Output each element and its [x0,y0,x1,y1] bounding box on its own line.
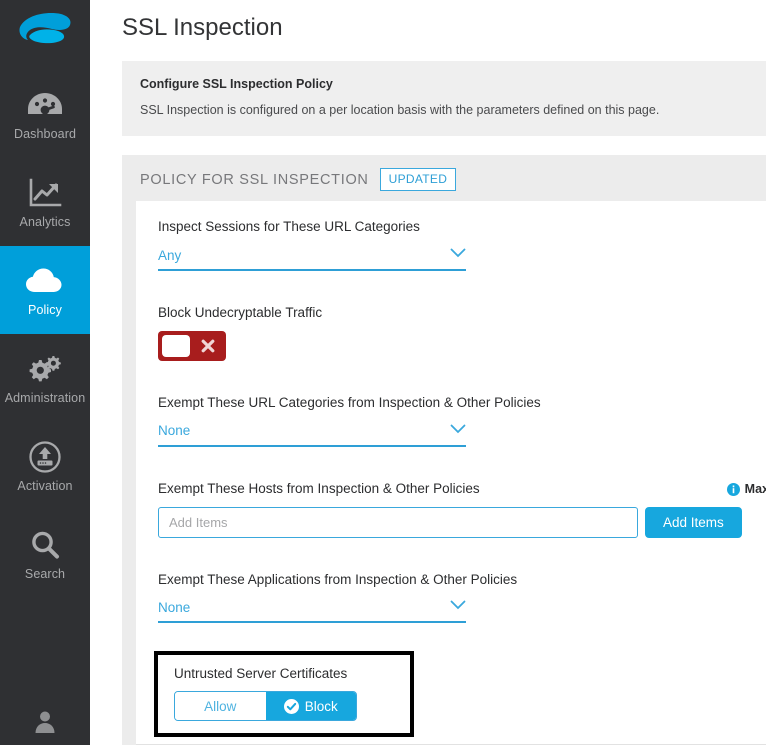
segment-block[interactable]: Block [266,692,357,720]
policy-cloud-icon [25,263,65,299]
spacer [158,451,766,481]
info-banner-title: Configure SSL Inspection Policy [140,77,746,91]
hosts-limit-info: Max: 25k Used: 1 [727,482,766,496]
field-exempt-applications: Exempt These Applications from Inspectio… [158,572,766,624]
policy-section: POLICY FOR SSL INSPECTION UPDATED Inspec… [122,155,766,745]
spacer [158,275,766,305]
inspect-sessions-select[interactable]: Any [158,245,466,271]
sidebar-item-activation[interactable]: Activation [0,422,90,510]
page-title: SSL Inspection [90,0,766,43]
toggle-knob [162,335,190,357]
check-circle-icon [284,699,299,714]
exempt-hosts-input[interactable] [158,507,638,538]
sidebar-item-analytics[interactable]: Analytics [0,158,90,246]
segment-label: Allow [204,700,236,714]
user-avatar-icon[interactable] [0,709,90,735]
search-magnifier-icon [29,527,61,563]
policy-section-title: POLICY FOR SSL INSPECTION [140,172,369,188]
info-circle-icon[interactable] [727,483,740,496]
dashboard-gauge-icon [26,87,64,123]
segment-allow[interactable]: Allow [175,692,266,720]
block-undecryptable-toggle[interactable] [158,331,226,361]
field-label: Inspect Sessions for These URL Categorie… [158,219,766,236]
field-label: Block Undecryptable Traffic [158,305,766,322]
sidebar-item-policy[interactable]: Policy [0,246,90,334]
policy-section-header: POLICY FOR SSL INSPECTION UPDATED [122,168,766,201]
sidebar-item-label: Dashboard [14,128,76,141]
spacer [158,627,766,651]
field-exempt-hosts: Exempt These Hosts from Inspection & Oth… [158,481,766,538]
field-exempt-url-categories: Exempt These URL Categories from Inspect… [158,395,766,447]
exempt-hosts-header: Exempt These Hosts from Inspection & Oth… [158,481,766,498]
status-badge-updated: UPDATED [380,168,457,191]
sidebar-item-label: Search [25,568,65,581]
info-banner: Configure SSL Inspection Policy SSL Insp… [122,61,766,136]
exempt-applications-select[interactable]: None [158,597,466,623]
select-value: None [158,600,190,616]
chevron-down-icon [450,597,466,615]
field-block-undecryptable: Block Undecryptable Traffic [158,305,766,361]
policy-card: Inspect Sessions for These URL Categorie… [136,201,766,745]
sidebar-item-search[interactable]: Search [0,510,90,598]
exempt-url-categories-select[interactable]: None [158,421,466,447]
untrusted-certificates-highlight-box: Untrusted Server Certificates Allow [154,651,414,737]
sidebar-item-label: Activation [17,480,72,493]
field-label: Exempt These Hosts from Inspection & Oth… [158,481,480,498]
sidebar-item-label: Administration [5,392,86,405]
app-window: Dashboard Analytics Policy [0,0,766,745]
analytics-chart-icon [28,175,62,211]
info-banner-text: SSL Inspection is configured on a per lo… [140,102,746,118]
sidebar-item-label: Analytics [20,216,71,229]
activation-upload-icon [28,439,62,475]
main-content: SSL Inspection Configure SSL Inspection … [90,0,766,745]
sidebar-item-label: Policy [28,304,62,317]
add-items-button[interactable]: Add Items [645,507,742,538]
spacer [158,542,766,572]
administration-gears-icon [26,351,64,387]
exempt-hosts-input-row: Add Items [158,507,766,538]
field-label: Exempt These Applications from Inspectio… [158,572,766,589]
zscaler-logo-icon[interactable] [0,0,90,58]
chevron-down-icon [450,421,466,439]
select-value: None [158,423,190,439]
untrusted-certificates-segmented-control[interactable]: Allow Block [174,691,357,721]
field-inspect-sessions: Inspect Sessions for These URL Categorie… [158,219,766,271]
hosts-max-label: Max: [745,482,766,496]
sidebar-item-dashboard[interactable]: Dashboard [0,70,90,158]
spacer [158,365,766,395]
field-label: Exempt These URL Categories from Inspect… [158,395,766,412]
sidebar: Dashboard Analytics Policy [0,0,90,745]
sidebar-item-administration[interactable]: Administration [0,334,90,422]
select-value: Any [158,248,181,264]
cross-icon [192,331,224,361]
field-label: Untrusted Server Certificates [174,666,410,683]
segment-label: Block [305,700,338,714]
chevron-down-icon [450,245,466,263]
